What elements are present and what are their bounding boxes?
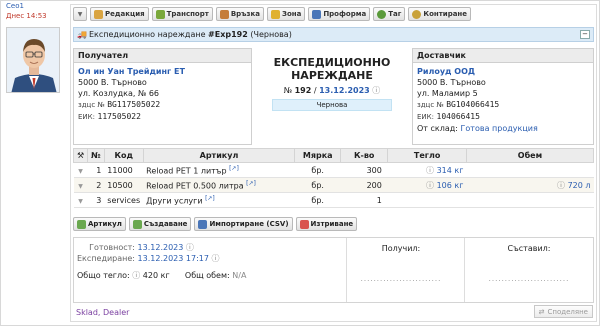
article-name: Reload PET 0.500 литра [146, 181, 244, 191]
col-unit: Мярка [294, 148, 342, 163]
table-row: ▼ 3 services Други услуги [↗] бр. 1 [73, 192, 594, 208]
edit-button[interactable]: Редакция [90, 7, 149, 21]
share-button[interactable]: ⇄ Споделяне [533, 305, 593, 318]
supplier-box: Доставчик Рилоуд ООД 5000 В. Търново ул.… [412, 48, 594, 145]
supplier-name-link[interactable]: Рилоуд ООД [417, 66, 589, 77]
zone-icon [270, 9, 280, 19]
table-actions: Артикул Създаване Импортиране (CSV) Изтр… [73, 217, 358, 231]
document-state: (Чернова) [250, 30, 292, 39]
col-article: Артикул [142, 148, 296, 163]
row-menu-icon[interactable]: ▼ [73, 177, 88, 193]
receiver-caption: Получател [74, 49, 251, 63]
add-article-button[interactable]: Артикул [73, 217, 126, 231]
pencil-icon [94, 9, 103, 19]
items-table: ⚒ № Код Артикул Мярка К-во Тегло Обем ▼ … [72, 148, 595, 208]
col-weight: Тегло [387, 148, 467, 163]
divider [346, 238, 347, 302]
proforma-button[interactable]: Проформа [308, 7, 371, 21]
accounting-button[interactable]: Контиране [408, 7, 472, 21]
col-code: Код [103, 148, 144, 163]
document-title-line2: НАРЕЖДАНЕ [291, 69, 373, 82]
supplier-address-city: 5000 В. Търново [417, 78, 486, 87]
create-icon [132, 219, 142, 229]
delete-button[interactable]: Изтриване [295, 217, 358, 231]
tag-button[interactable]: Таг [373, 7, 406, 21]
total-volume: N/A [232, 271, 247, 280]
col-no: № [87, 148, 105, 163]
supplier-caption: Доставчик [413, 49, 593, 63]
receiver-eik: 117505022 [97, 112, 141, 121]
document-date: 13.12.2023 [319, 86, 370, 95]
external-link-icon[interactable]: [↗] [205, 195, 215, 202]
supplier-eik: 104066415 [436, 112, 480, 121]
document-container: ▼ Редакция Транспорт Връзка Зона Проформ… [70, 4, 597, 322]
user-name-link[interactable]: Ceo1 [6, 2, 66, 10]
table-row: ▼ 2 10500 Reload PET 0.500 литра [↗] бр.… [73, 177, 594, 193]
link-icon [219, 9, 229, 19]
create-button[interactable]: Създаване [128, 217, 192, 231]
user-time: Днес 14:53 [6, 12, 47, 20]
divider [464, 238, 465, 302]
tools-icon[interactable]: ⚒ [72, 148, 89, 163]
info-icon: ⓘ [132, 271, 141, 280]
toolbar-menu-button[interactable]: ▼ [73, 7, 87, 21]
receiver-vat: BG117505022 [107, 100, 161, 109]
footer-summary: Готовност: 13.12.2023 ⓘ Експедиране: 13.… [73, 237, 594, 303]
document-title-line1: ЕКСПЕДИЦИОННО [273, 56, 391, 69]
accounting-icon [412, 9, 422, 19]
info-icon: ⓘ [372, 86, 381, 95]
received-signature: Получил: ......................... [360, 244, 442, 283]
document-title-bar: 🚚 Експедиционно нареждане #Exp192 (Черно… [73, 27, 594, 42]
document-type: Експедиционно нареждане [88, 30, 206, 39]
zone-button[interactable]: Зона [266, 7, 306, 21]
composed-signature: Съставил: ......................... [488, 244, 570, 283]
truck-icon [155, 9, 165, 19]
supplier-vat: BG104066415 [446, 100, 500, 109]
article-name: Други услуги [146, 196, 203, 206]
article-name: Reload PET 1 литър [146, 166, 227, 176]
row-menu-icon[interactable]: ▼ [73, 192, 88, 208]
warehouse-link[interactable]: Готова продукция [461, 124, 538, 133]
receiver-box: Получател Ол ин Уан Трейдинг ЕТ 5000 В. … [73, 48, 252, 145]
external-link-icon[interactable]: [↗] [229, 165, 239, 172]
import-icon [198, 219, 208, 229]
total-weight: 420 кг [142, 271, 170, 280]
col-qty: К-во [340, 148, 389, 163]
user-panel: Ceo1 Днес 14:53 [6, 2, 66, 93]
import-csv-button[interactable]: Импортиране (CSV) [194, 217, 293, 231]
info-icon: ⓘ [426, 165, 435, 175]
receiver-name-link[interactable]: Ол ин Уан Трейдинг ЕТ [78, 66, 247, 77]
transport-button[interactable]: Транспорт [151, 7, 213, 21]
link-button[interactable]: Връзка [215, 7, 264, 21]
ready-date: 13.12.2023 [137, 243, 184, 252]
toolbar: ▼ Редакция Транспорт Връзка Зона Проформ… [73, 7, 472, 23]
table-row: ▼ 1 11000 Reload PET 1 литър [↗] бр. 300… [73, 162, 594, 178]
receiver-address-city: 5000 В. Търново [78, 78, 147, 87]
document-number: 192 [294, 86, 312, 95]
external-link-icon[interactable]: [↗] [246, 180, 256, 187]
document-code: #Exp192 [208, 30, 248, 39]
document-icon [312, 9, 322, 19]
tag-icon [377, 9, 387, 19]
supplier-address-street: ул. Маламир 5 [417, 89, 478, 98]
info-icon: ⓘ [185, 243, 194, 252]
info-icon: ⓘ [211, 254, 220, 263]
avatar [6, 27, 60, 93]
collapse-button[interactable]: − [580, 30, 590, 39]
table-header-row: ⚒ № Код Артикул Мярка К-во Тегло Обем [72, 148, 595, 163]
info-icon: ⓘ [426, 180, 435, 190]
truck-icon: 🚚 [77, 30, 87, 39]
receiver-address-street: ул. Козлудка, № 66 [78, 89, 160, 98]
col-volume: Обем [465, 148, 595, 163]
ship-date: 13.12.2023 17:17 [137, 254, 209, 263]
info-icon: ⓘ [557, 180, 566, 190]
tags-line[interactable]: Sklad, Dealer [76, 308, 129, 317]
document-heading: ЕКСПЕДИЦИОННО НАРЕЖДАНЕ № 192 / 13.12.20… [252, 48, 412, 145]
status-badge: Чернова [272, 99, 392, 111]
delete-icon [299, 219, 309, 229]
row-menu-icon[interactable]: ▼ [73, 162, 88, 178]
share-icon: ⇄ [538, 307, 545, 316]
plus-icon [77, 219, 86, 229]
